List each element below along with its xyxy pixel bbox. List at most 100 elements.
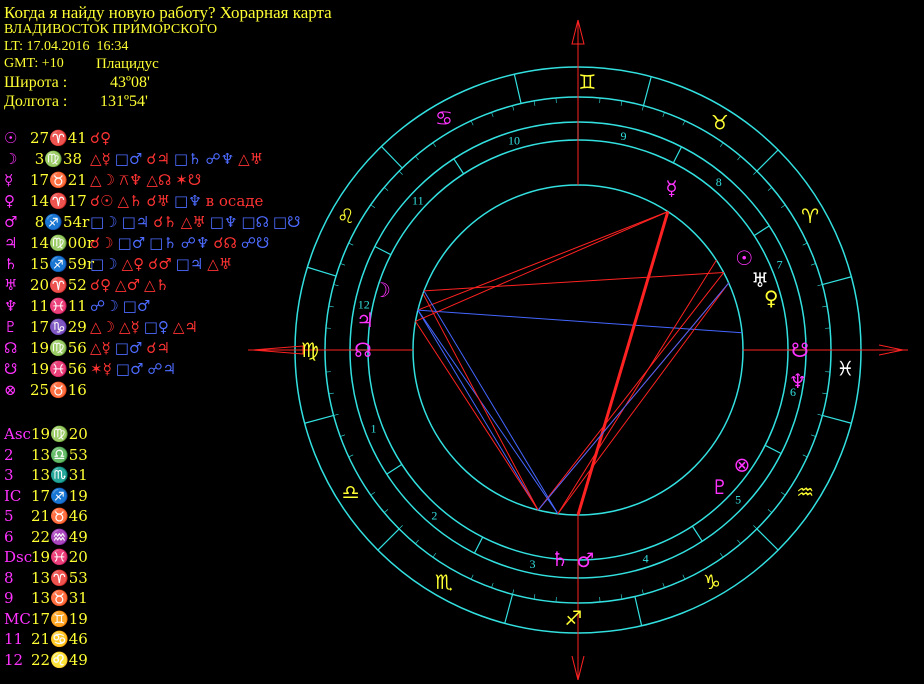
house-cusp-tick xyxy=(386,463,403,475)
degree-tick xyxy=(512,105,515,111)
house-number: 1 xyxy=(371,421,377,435)
degree-tick xyxy=(720,142,724,148)
degree-tick xyxy=(432,142,436,148)
degree-tick xyxy=(533,100,536,106)
house-cusp-tick xyxy=(672,146,683,164)
degree-tick xyxy=(641,589,644,595)
sign-divider xyxy=(513,74,522,104)
house-cusp-tick xyxy=(374,245,392,256)
degree-tick xyxy=(802,454,808,458)
degree-tick xyxy=(662,582,665,588)
zodiac-sign-glyph: ♏ xyxy=(435,570,453,594)
sign-divider xyxy=(304,414,334,424)
ic-arrow xyxy=(571,655,579,681)
aspect-line xyxy=(415,321,539,511)
planet-glyph-wheel: ♆ xyxy=(789,369,807,393)
degree-tick xyxy=(822,392,828,395)
degree-tick xyxy=(682,574,686,580)
house-number: 3 xyxy=(529,557,535,571)
degree-tick xyxy=(720,552,724,558)
planet-glyph-wheel: ♄ xyxy=(551,547,569,571)
degree-tick xyxy=(340,434,346,437)
degree-tick xyxy=(767,187,773,191)
aspect-line xyxy=(423,290,559,515)
house-cusp-tick xyxy=(753,225,770,237)
degree-tick xyxy=(682,120,686,126)
zodiac-sign-glyph: ♑ xyxy=(703,570,721,594)
degree-tick xyxy=(810,263,816,266)
degree-tick xyxy=(737,539,741,545)
aspect-line xyxy=(422,293,539,511)
sign-divider xyxy=(822,414,852,424)
degree-tick xyxy=(470,574,474,580)
degree-tick xyxy=(620,100,623,106)
aspect-line xyxy=(415,211,669,322)
house-number: 10 xyxy=(508,134,520,148)
degree-tick xyxy=(333,284,339,287)
zodiac-sign-glyph: ♒ xyxy=(796,480,814,504)
degree-tick xyxy=(810,434,816,437)
degree-tick xyxy=(767,509,773,513)
sign-divider xyxy=(756,528,779,551)
degree-tick xyxy=(662,112,665,118)
planet-glyph-wheel: ♃ xyxy=(356,308,374,332)
zodiac-sign-glyph: ♈ xyxy=(801,204,819,228)
house-number: 4 xyxy=(643,551,649,565)
zodiac-sign-glyph: ♉ xyxy=(711,111,729,135)
aspect-line xyxy=(417,309,743,334)
planet-glyph-wheel: ☽ xyxy=(373,278,391,302)
degree-tick xyxy=(415,155,419,161)
zodiac-sign-glyph: ♍ xyxy=(301,338,319,362)
degree-tick xyxy=(817,413,823,416)
degree-tick xyxy=(328,305,334,308)
ic-arrow xyxy=(577,655,585,681)
house-number: 2 xyxy=(431,508,437,522)
zodiac-sign-glyph: ♊ xyxy=(578,70,596,94)
degree-tick xyxy=(340,263,346,266)
planet-glyph-wheel: ♀ xyxy=(764,286,779,310)
planet-glyph-wheel: ☋ xyxy=(791,338,809,362)
degree-tick xyxy=(398,170,403,175)
sign-divider xyxy=(756,149,779,172)
planet-glyph-wheel: ☉ xyxy=(735,246,753,270)
aspect-line xyxy=(557,259,717,515)
sign-divider xyxy=(822,276,852,286)
degree-tick xyxy=(470,120,474,126)
degree-tick xyxy=(348,454,354,458)
zodiac-sign-glyph: ♎ xyxy=(342,480,360,504)
degree-tick xyxy=(817,284,823,287)
aspect-line xyxy=(417,309,559,515)
aspect-line xyxy=(537,282,730,511)
sign-divider xyxy=(380,146,403,169)
zodiac-sign-glyph: ♌ xyxy=(337,204,355,228)
degree-tick xyxy=(415,539,419,545)
house-cusp-tick xyxy=(764,444,782,455)
house-cusp-tick xyxy=(691,525,703,542)
house-number: 5 xyxy=(735,492,741,506)
degree-tick xyxy=(370,204,376,208)
degree-tick xyxy=(802,242,808,246)
planet-glyph-wheel: ☿ xyxy=(665,176,677,200)
degree-tick xyxy=(328,392,334,395)
degree-tick xyxy=(753,170,758,175)
planet-glyph-wheel: ♇ xyxy=(711,475,729,499)
aspect-line xyxy=(557,282,730,515)
sign-divider xyxy=(307,266,337,277)
degree-tick xyxy=(512,589,515,595)
degree-tick xyxy=(491,112,494,118)
sign-divider xyxy=(642,76,652,106)
dsc-arrow xyxy=(878,344,904,351)
degree-tick xyxy=(383,509,389,513)
degree-tick xyxy=(491,582,494,588)
degree-tick xyxy=(533,594,536,600)
zodiac-sign-glyph: ♓ xyxy=(836,357,854,381)
degree-tick xyxy=(398,525,403,530)
aspect-line xyxy=(423,272,724,292)
planet-glyph-wheel: ☊ xyxy=(354,338,372,362)
degree-tick xyxy=(780,204,786,208)
sign-divider xyxy=(504,594,514,624)
aspect-ring xyxy=(412,184,744,516)
planet-glyph-wheel: ♂ xyxy=(576,548,594,572)
house-number: 7 xyxy=(777,257,783,271)
aspect-line xyxy=(417,309,539,511)
